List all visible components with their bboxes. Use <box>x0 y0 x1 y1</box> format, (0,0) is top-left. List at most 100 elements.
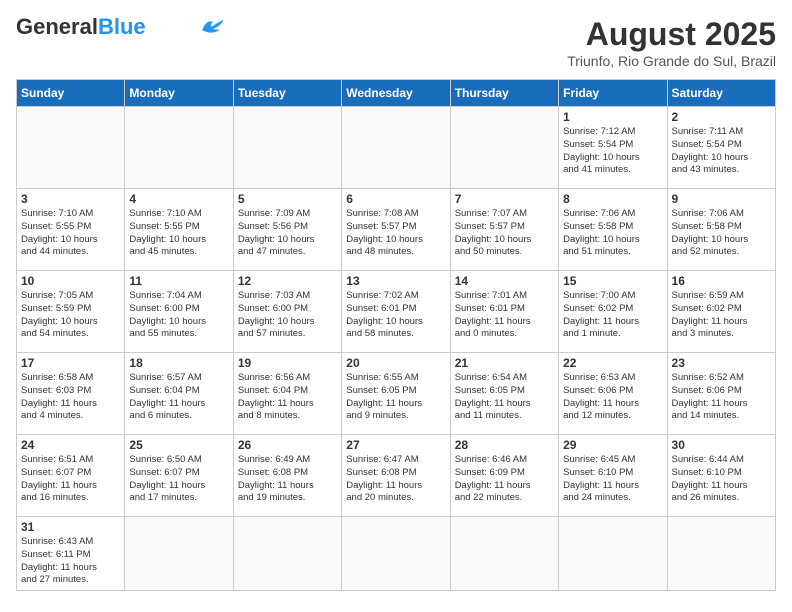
calendar-cell: 5 Sunrise: 7:09 AM Sunset: 5:56 PM Daylig… <box>233 189 341 271</box>
calendar-cell <box>233 517 341 591</box>
cell-info: Sunrise: 6:50 AM Sunset: 6:07 PM Dayligh… <box>129 454 228 505</box>
calendar-cell: 26 Sunrise: 6:49 AM Sunset: 6:08 PM Dayli… <box>233 435 341 517</box>
day-header-sunday: Sunday <box>17 80 125 107</box>
cell-info: Sunrise: 6:53 AM Sunset: 6:06 PM Dayligh… <box>563 372 662 423</box>
cell-info: Sunrise: 7:12 AM Sunset: 5:54 PM Dayligh… <box>563 126 662 177</box>
cell-info: Sunrise: 6:47 AM Sunset: 6:08 PM Dayligh… <box>346 454 445 505</box>
calendar-cell <box>450 107 558 189</box>
location-subtitle: Triunfo, Rio Grande do Sul, Brazil <box>567 53 776 69</box>
cell-info: Sunrise: 7:08 AM Sunset: 5:57 PM Dayligh… <box>346 208 445 259</box>
day-header-thursday: Thursday <box>450 80 558 107</box>
day-header-monday: Monday <box>125 80 233 107</box>
cell-info: Sunrise: 7:09 AM Sunset: 5:56 PM Dayligh… <box>238 208 337 259</box>
calendar-week-row: 3 Sunrise: 7:10 AM Sunset: 5:55 PM Daylig… <box>17 189 776 271</box>
calendar-cell: 24 Sunrise: 6:51 AM Sunset: 6:07 PM Dayli… <box>17 435 125 517</box>
calendar-cell <box>342 107 450 189</box>
day-number: 17 <box>21 356 120 370</box>
calendar-cell: 1 Sunrise: 7:12 AM Sunset: 5:54 PM Daylig… <box>559 107 667 189</box>
day-number: 24 <box>21 438 120 452</box>
title-section: August 2025 Triunfo, Rio Grande do Sul, … <box>567 16 776 69</box>
day-number: 9 <box>672 192 771 206</box>
day-header-tuesday: Tuesday <box>233 80 341 107</box>
calendar-cell: 25 Sunrise: 6:50 AM Sunset: 6:07 PM Dayli… <box>125 435 233 517</box>
calendar-cell: 19Sunrise: 6:56 AM Sunset: 6:04 PM Dayli… <box>233 353 341 435</box>
calendar-week-row: 17 Sunrise: 6:58 AM Sunset: 6:03 PM Dayli… <box>17 353 776 435</box>
calendar-header-row: SundayMondayTuesdayWednesdayThursdayFrid… <box>17 80 776 107</box>
cell-info: Sunrise: 7:10 AM Sunset: 5:55 PM Dayligh… <box>21 208 120 259</box>
calendar-cell: 15 Sunrise: 7:00 AM Sunset: 6:02 PM Dayli… <box>559 271 667 353</box>
cell-info: Sunrise: 7:07 AM Sunset: 5:57 PM Dayligh… <box>455 208 554 259</box>
cell-info: Sunrise: 6:46 AM Sunset: 6:09 PM Dayligh… <box>455 454 554 505</box>
calendar-cell: 13 Sunrise: 7:02 AM Sunset: 6:01 PM Dayli… <box>342 271 450 353</box>
cell-info: Sunrise: 6:55 AM Sunset: 6:05 PM Dayligh… <box>346 372 445 423</box>
calendar-cell: 3 Sunrise: 7:10 AM Sunset: 5:55 PM Daylig… <box>17 189 125 271</box>
day-number: 26 <box>238 438 337 452</box>
calendar-week-row: 24 Sunrise: 6:51 AM Sunset: 6:07 PM Dayli… <box>17 435 776 517</box>
calendar-cell: 18 Sunrise: 6:57 AM Sunset: 6:04 PM Dayli… <box>125 353 233 435</box>
day-number: 18 <box>129 356 228 370</box>
calendar-cell: 17 Sunrise: 6:58 AM Sunset: 6:03 PM Dayli… <box>17 353 125 435</box>
calendar-cell <box>559 517 667 591</box>
calendar-week-row: 1 Sunrise: 7:12 AM Sunset: 5:54 PM Daylig… <box>17 107 776 189</box>
calendar-cell: 12 Sunrise: 7:03 AM Sunset: 6:00 PM Dayli… <box>233 271 341 353</box>
page-header: GeneralBlue August 2025 Triunfo, Rio Gra… <box>16 16 776 69</box>
day-number: 11 <box>129 274 228 288</box>
calendar-cell: 23Sunrise: 6:52 AM Sunset: 6:06 PM Dayli… <box>667 353 775 435</box>
calendar-cell <box>125 517 233 591</box>
calendar-cell: 8Sunrise: 7:06 AM Sunset: 5:58 PM Daylig… <box>559 189 667 271</box>
day-number: 13 <box>346 274 445 288</box>
cell-info: Sunrise: 7:06 AM Sunset: 5:58 PM Dayligh… <box>672 208 771 259</box>
day-header-wednesday: Wednesday <box>342 80 450 107</box>
calendar-cell: 21Sunrise: 6:54 AM Sunset: 6:05 PM Dayli… <box>450 353 558 435</box>
cell-info: Sunrise: 7:00 AM Sunset: 6:02 PM Dayligh… <box>563 290 662 341</box>
day-number: 5 <box>238 192 337 206</box>
calendar-cell: 9 Sunrise: 7:06 AM Sunset: 5:58 PM Daylig… <box>667 189 775 271</box>
cell-info: Sunrise: 7:05 AM Sunset: 5:59 PM Dayligh… <box>21 290 120 341</box>
cell-info: Sunrise: 6:44 AM Sunset: 6:10 PM Dayligh… <box>672 454 771 505</box>
day-header-saturday: Saturday <box>667 80 775 107</box>
cell-info: Sunrise: 6:43 AM Sunset: 6:11 PM Dayligh… <box>21 536 120 587</box>
day-number: 12 <box>238 274 337 288</box>
day-number: 3 <box>21 192 120 206</box>
day-number: 31 <box>21 520 120 534</box>
day-header-friday: Friday <box>559 80 667 107</box>
day-number: 28 <box>455 438 554 452</box>
day-number: 15 <box>563 274 662 288</box>
calendar-cell: 14Sunrise: 7:01 AM Sunset: 6:01 PM Dayli… <box>450 271 558 353</box>
day-number: 25 <box>129 438 228 452</box>
day-number: 4 <box>129 192 228 206</box>
day-number: 7 <box>455 192 554 206</box>
day-number: 1 <box>563 110 662 124</box>
cell-info: Sunrise: 6:58 AM Sunset: 6:03 PM Dayligh… <box>21 372 120 423</box>
calendar-cell: 6Sunrise: 7:08 AM Sunset: 5:57 PM Daylig… <box>342 189 450 271</box>
calendar-cell: 22Sunrise: 6:53 AM Sunset: 6:06 PM Dayli… <box>559 353 667 435</box>
calendar-cell: 30 Sunrise: 6:44 AM Sunset: 6:10 PM Dayli… <box>667 435 775 517</box>
day-number: 20 <box>346 356 445 370</box>
calendar-cell: 11 Sunrise: 7:04 AM Sunset: 6:00 PM Dayli… <box>125 271 233 353</box>
calendar-cell: 27 Sunrise: 6:47 AM Sunset: 6:08 PM Dayli… <box>342 435 450 517</box>
calendar-week-row: 10Sunrise: 7:05 AM Sunset: 5:59 PM Dayli… <box>17 271 776 353</box>
cell-info: Sunrise: 6:56 AM Sunset: 6:04 PM Dayligh… <box>238 372 337 423</box>
calendar-cell <box>17 107 125 189</box>
day-number: 23 <box>672 356 771 370</box>
calendar-cell <box>125 107 233 189</box>
cell-info: Sunrise: 7:10 AM Sunset: 5:55 PM Dayligh… <box>129 208 228 259</box>
cell-info: Sunrise: 6:51 AM Sunset: 6:07 PM Dayligh… <box>21 454 120 505</box>
cell-info: Sunrise: 7:04 AM Sunset: 6:00 PM Dayligh… <box>129 290 228 341</box>
logo-text: GeneralBlue <box>16 16 146 38</box>
cell-info: Sunrise: 6:54 AM Sunset: 6:05 PM Dayligh… <box>455 372 554 423</box>
calendar-cell: 31 Sunrise: 6:43 AM Sunset: 6:11 PM Dayli… <box>17 517 125 591</box>
cell-info: Sunrise: 7:01 AM Sunset: 6:01 PM Dayligh… <box>455 290 554 341</box>
calendar-table: SundayMondayTuesdayWednesdayThursdayFrid… <box>16 79 776 591</box>
calendar-cell <box>342 517 450 591</box>
day-number: 8 <box>563 192 662 206</box>
day-number: 27 <box>346 438 445 452</box>
cell-info: Sunrise: 6:57 AM Sunset: 6:04 PM Dayligh… <box>129 372 228 423</box>
cell-info: Sunrise: 7:02 AM Sunset: 6:01 PM Dayligh… <box>346 290 445 341</box>
cell-info: Sunrise: 7:03 AM Sunset: 6:00 PM Dayligh… <box>238 290 337 341</box>
cell-info: Sunrise: 6:49 AM Sunset: 6:08 PM Dayligh… <box>238 454 337 505</box>
day-number: 2 <box>672 110 771 124</box>
day-number: 30 <box>672 438 771 452</box>
logo-bird-icon <box>198 16 228 36</box>
calendar-cell <box>667 517 775 591</box>
